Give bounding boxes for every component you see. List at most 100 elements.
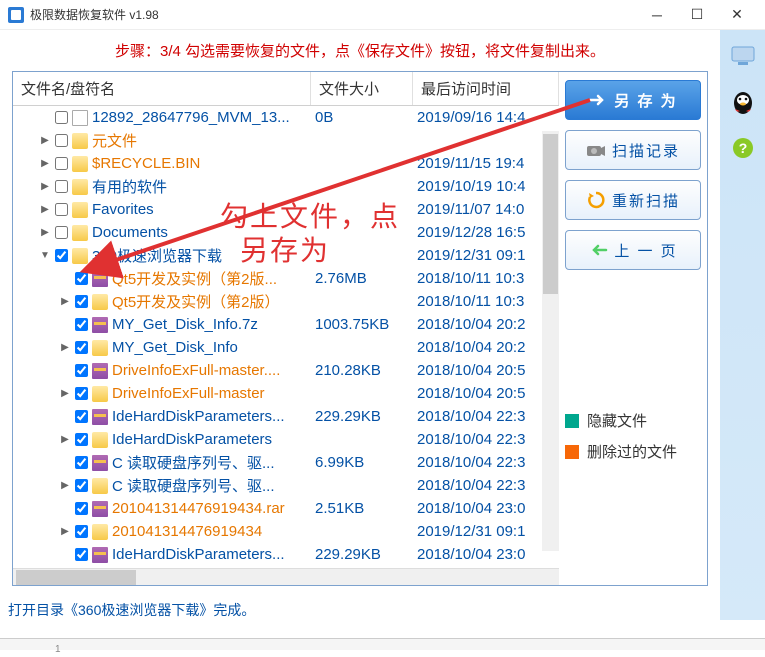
svg-text:?: ? bbox=[738, 140, 747, 156]
table-row[interactable]: ▶ MY_Get_Disk_Info 2018/10/04 20:2 bbox=[13, 336, 559, 359]
legend-deleted: 删除过的文件 bbox=[565, 441, 701, 462]
folder-icon bbox=[92, 478, 108, 494]
file-date: 2019/12/28 16:5 bbox=[413, 224, 559, 241]
row-checkbox[interactable] bbox=[75, 479, 88, 492]
expander-icon[interactable]: ▶ bbox=[39, 181, 51, 192]
row-checkbox[interactable] bbox=[55, 111, 68, 124]
table-row[interactable]: ▶IdeHardDiskParameters2018/10/04 22:3 bbox=[13, 428, 559, 451]
legend-hidden: 隐藏文件 bbox=[565, 410, 701, 431]
rescan-label: 重新扫描 bbox=[612, 190, 680, 211]
row-checkbox[interactable] bbox=[75, 548, 88, 561]
row-checkbox[interactable] bbox=[55, 226, 68, 239]
header-name[interactable]: 文件名/盘符名 bbox=[13, 72, 311, 105]
file-size: 2.76MB bbox=[311, 270, 413, 287]
table-row[interactable]: Qt5开发及实例（第2版...2.76MB2018/10/11 10:3 bbox=[13, 267, 559, 290]
expander-icon[interactable]: ▶ bbox=[59, 434, 71, 445]
rescan-button[interactable]: 重新扫描 bbox=[565, 180, 701, 220]
row-checkbox[interactable] bbox=[75, 525, 88, 538]
file-name: MY_Get_Disk_Info bbox=[112, 339, 238, 356]
save-as-label: 另 存 为 bbox=[614, 90, 677, 111]
table-row[interactable]: 201041314476919434.rar 2.51KB2018/10/04 2… bbox=[13, 497, 559, 520]
expander-icon[interactable]: ▶ bbox=[59, 296, 71, 307]
table-row[interactable]: 12892_28647796_MVM_13...0B2019/09/16 14:… bbox=[13, 106, 559, 129]
row-checkbox[interactable] bbox=[55, 157, 68, 170]
table-row[interactable]: IdeHardDiskParameters...229.29KB2018/10/… bbox=[13, 405, 559, 428]
file-name: C 读取硬盘序列号、驱... bbox=[112, 475, 275, 496]
folder-icon bbox=[72, 156, 88, 172]
row-checkbox[interactable] bbox=[75, 387, 88, 400]
row-checkbox[interactable] bbox=[75, 272, 88, 285]
table-row[interactable]: DriveInfoExFull-master....210.28KB2018/1… bbox=[13, 359, 559, 382]
row-checkbox[interactable] bbox=[75, 295, 88, 308]
qq-icon[interactable] bbox=[729, 88, 757, 116]
file-date: 2018/10/04 23:0 bbox=[413, 546, 559, 563]
file-date: 2018/10/04 20:2 bbox=[413, 339, 559, 356]
expander-icon[interactable]: ▶ bbox=[59, 480, 71, 491]
file-date: 2018/10/04 23:0 bbox=[413, 500, 559, 517]
back-label: 上 一 页 bbox=[614, 240, 677, 261]
row-checkbox[interactable] bbox=[75, 410, 88, 423]
rar-icon bbox=[92, 455, 108, 471]
expander-icon[interactable]: ▶ bbox=[39, 204, 51, 215]
expander-icon[interactable]: ▼ bbox=[39, 250, 51, 261]
row-checkbox[interactable] bbox=[75, 502, 88, 515]
file-name: MY_Get_Disk_Info.7z bbox=[112, 316, 258, 333]
back-button[interactable]: 上 一 页 bbox=[565, 230, 701, 270]
row-checkbox[interactable] bbox=[55, 203, 68, 216]
row-checkbox[interactable] bbox=[75, 318, 88, 331]
table-row[interactable]: ▶Favorites2019/11/07 14:0 bbox=[13, 198, 559, 221]
computer-icon[interactable] bbox=[729, 42, 757, 70]
rar-icon bbox=[92, 271, 108, 287]
file-name: 360极速浏览器下载 bbox=[92, 245, 222, 266]
row-checkbox[interactable] bbox=[75, 433, 88, 446]
file-size: 210.28KB bbox=[311, 362, 413, 379]
horizontal-scrollbar[interactable] bbox=[13, 568, 559, 585]
expander-icon[interactable]: ▶ bbox=[59, 526, 71, 537]
table-row[interactable]: ▶C 读取硬盘序列号、驱...2018/10/04 22:3 bbox=[13, 474, 559, 497]
expander-icon[interactable]: ▶ bbox=[39, 158, 51, 169]
minimize-button[interactable]: ─ bbox=[637, 0, 677, 30]
legend-hidden-color bbox=[565, 414, 579, 428]
folder-icon bbox=[72, 133, 88, 149]
folder-icon bbox=[92, 432, 108, 448]
expander-icon[interactable]: ▶ bbox=[39, 227, 51, 238]
table-row[interactable]: ▶Qt5开发及实例（第2版）2018/10/11 10:3 bbox=[13, 290, 559, 313]
maximize-button[interactable]: ☐ bbox=[677, 0, 717, 30]
file-date: 2018/10/11 10:3 bbox=[413, 293, 559, 310]
file-icon bbox=[72, 110, 88, 126]
expander-icon[interactable]: ▶ bbox=[59, 342, 71, 353]
row-checkbox[interactable] bbox=[75, 341, 88, 354]
file-date: 2019/09/16 14:4 bbox=[413, 109, 559, 126]
table-row[interactable]: ▶ Documents 2019/12/28 16:5 bbox=[13, 221, 559, 244]
table-row[interactable]: ▶DriveInfoExFull-master2018/10/04 20:5 bbox=[13, 382, 559, 405]
vertical-scrollbar[interactable] bbox=[542, 131, 559, 551]
row-checkbox[interactable] bbox=[55, 249, 68, 262]
titlebar: 极限数据恢复软件 v1.98 ─ ☐ ✕ bbox=[0, 0, 765, 30]
table-row[interactable]: C 读取硬盘序列号、驱...6.99KB2018/10/04 22:3 bbox=[13, 451, 559, 474]
table-row[interactable]: IdeHardDiskParameters...229.29KB2018/10/… bbox=[13, 543, 559, 566]
file-date: 2019/10/19 10:4 bbox=[413, 178, 559, 195]
close-button[interactable]: ✕ bbox=[717, 0, 757, 30]
table-row[interactable]: ▼360极速浏览器下载2019/12/31 09:1 bbox=[13, 244, 559, 267]
help-icon[interactable]: ? bbox=[729, 134, 757, 162]
table-row[interactable]: MY_Get_Disk_Info.7z1003.75KB2018/10/04 2… bbox=[13, 313, 559, 336]
table-row[interactable]: ▶有用的软件2019/10/19 10:4 bbox=[13, 175, 559, 198]
row-checkbox[interactable] bbox=[55, 180, 68, 193]
header-date[interactable]: 最后访问时间 bbox=[413, 72, 559, 105]
table-row[interactable]: ▶元文件 bbox=[13, 129, 559, 152]
file-size: 2.51KB bbox=[311, 500, 413, 517]
scan-log-button[interactable]: 扫描记录 bbox=[565, 130, 701, 170]
header-size[interactable]: 文件大小 bbox=[311, 72, 413, 105]
row-checkbox[interactable] bbox=[55, 134, 68, 147]
row-checkbox[interactable] bbox=[75, 364, 88, 377]
file-name: 201041314476919434.rar bbox=[112, 500, 285, 517]
save-as-button[interactable]: 另 存 为 bbox=[565, 80, 701, 120]
expander-icon[interactable]: ▶ bbox=[59, 388, 71, 399]
legend-deleted-color bbox=[565, 445, 579, 459]
file-name: Documents bbox=[92, 224, 168, 241]
expander-icon[interactable]: ▶ bbox=[39, 135, 51, 146]
row-checkbox[interactable] bbox=[75, 456, 88, 469]
rar-icon bbox=[92, 317, 108, 333]
table-row[interactable]: ▶2010413144769194342019/12/31 09:1 bbox=[13, 520, 559, 543]
table-row[interactable]: ▶$RECYCLE.BIN2019/11/15 19:4 bbox=[13, 152, 559, 175]
